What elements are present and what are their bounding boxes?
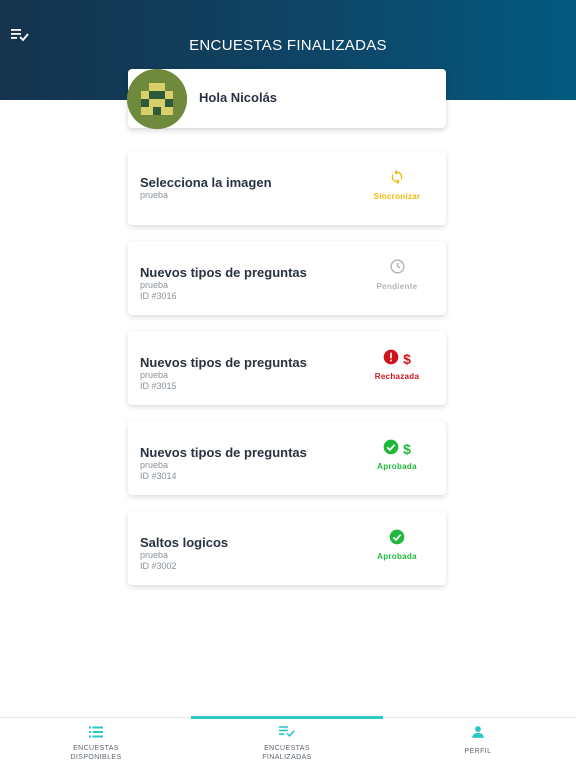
survey-subtitle-text: prueba xyxy=(140,370,169,380)
tab-encuestas-finalizadas[interactable]: ENCUESTAS FINALIZADAS xyxy=(227,726,347,762)
nav-label: ENCUESTAS xyxy=(73,745,119,752)
person-icon xyxy=(471,725,485,744)
status-badge: $ Aprobada xyxy=(362,439,432,471)
avatar[interactable] xyxy=(127,69,187,129)
check-circle-icon xyxy=(389,529,405,550)
active-tab-indicator xyxy=(191,716,383,719)
greeting-text: Hola Nicolás xyxy=(199,90,278,105)
survey-subtitle-text: prueba xyxy=(140,550,169,560)
status-badge: Pendiente xyxy=(362,259,432,291)
survey-title: Nuevos tipos de preguntas xyxy=(140,355,307,370)
dollar-icon: $ xyxy=(403,441,411,457)
status-label: Sincronizar xyxy=(373,192,421,201)
check-circle-icon xyxy=(383,439,399,460)
survey-title: Nuevos tipos de preguntas xyxy=(140,445,307,460)
sync-icon[interactable] xyxy=(389,169,405,190)
dollar-icon: $ xyxy=(403,351,411,367)
survey-id: ID #3002 xyxy=(140,561,177,571)
survey-card[interactable]: Nuevos tipos de preguntas prueba ID #301… xyxy=(128,421,446,495)
tab-perfil[interactable]: PERFIL xyxy=(418,725,538,756)
nav-label: PERFIL xyxy=(464,748,492,755)
survey-title: Selecciona la imagen xyxy=(140,175,272,190)
survey-card[interactable]: Nuevos tipos de preguntas prueba ID #301… xyxy=(128,331,446,405)
survey-card[interactable]: Saltos logicos prueba ID #3002 Aprobada xyxy=(128,511,446,585)
playlist-check-icon xyxy=(279,725,295,743)
bottom-nav: ENCUESTAS DISPONIBLES ENCUESTAS FINALIZA… xyxy=(0,716,576,768)
survey-subtitle-text: prueba xyxy=(140,280,169,290)
tab-encuestas-disponibles[interactable]: ENCUESTAS DISPONIBLES xyxy=(36,726,156,762)
survey-subtitle: prueba ID #3016 xyxy=(140,280,177,302)
pixel-identicon-avatar xyxy=(127,69,187,129)
alert-circle-icon xyxy=(383,349,399,370)
survey-subtitle: prueba xyxy=(140,190,169,200)
nav-label: DISPONIBLES xyxy=(70,754,122,761)
survey-subtitle: prueba ID #3014 xyxy=(140,460,177,482)
survey-subtitle-text: prueba xyxy=(140,460,169,470)
list-icon xyxy=(89,725,103,743)
survey-id: ID #3014 xyxy=(140,471,177,481)
status-label: Aprobada xyxy=(377,552,417,561)
survey-card[interactable]: Selecciona la imagen prueba Sincronizar xyxy=(128,151,446,225)
survey-title: Saltos logicos xyxy=(140,535,229,550)
survey-subtitle: prueba ID #3002 xyxy=(140,550,177,572)
page-title: ENCUESTAS FINALIZADAS xyxy=(189,37,387,54)
clock-icon xyxy=(389,258,406,280)
status-badge[interactable]: Sincronizar xyxy=(362,169,432,201)
nav-label: ENCUESTAS xyxy=(264,745,310,752)
status-label: Aprobada xyxy=(377,462,417,471)
survey-card[interactable]: Nuevos tipos de preguntas prueba ID #301… xyxy=(128,241,446,315)
nav-label: FINALIZADAS xyxy=(262,754,312,761)
status-badge: $ Rechazada xyxy=(362,349,432,381)
status-label: Rechazada xyxy=(374,372,420,381)
survey-id: ID #3016 xyxy=(140,291,177,301)
status-label: Pendiente xyxy=(376,282,418,291)
survey-id: ID #3015 xyxy=(140,381,177,391)
survey-subtitle: prueba ID #3015 xyxy=(140,370,177,392)
survey-title: Nuevos tipos de preguntas xyxy=(140,265,307,280)
status-badge: Aprobada xyxy=(362,529,432,561)
